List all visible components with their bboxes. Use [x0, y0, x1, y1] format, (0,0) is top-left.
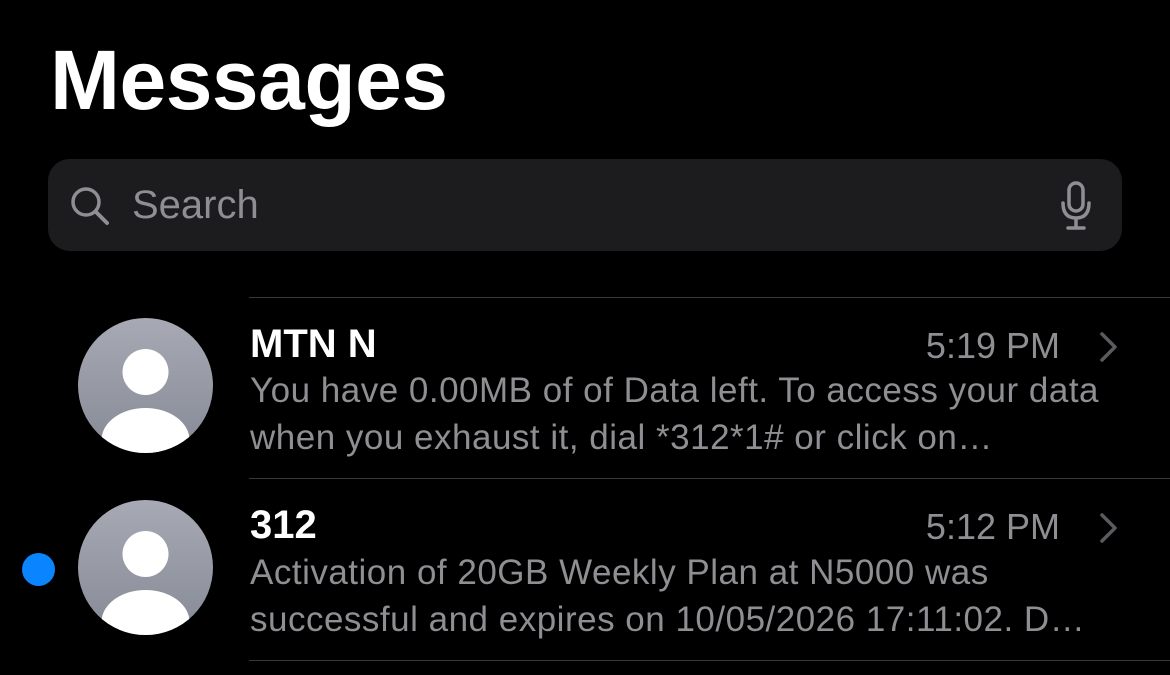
- chevron-right-icon: [1100, 513, 1117, 543]
- microphone-icon[interactable]: [1060, 181, 1092, 231]
- person-silhouette-icon: [101, 349, 190, 453]
- sender-name: MTN N: [250, 322, 377, 366]
- avatar: [78, 318, 213, 453]
- search-icon: [71, 187, 109, 225]
- unread-indicator: [22, 553, 55, 586]
- message-preview: Activation of 20GB Weekly Plan at N5000 …: [250, 553, 1086, 639]
- message-preview: You have 0.00MB of of Data left. To acce…: [250, 371, 1100, 457]
- conversation-row-312[interactable]: 312 5:12 PM Activation of 20GB Weekly Pl…: [0, 479, 1170, 659]
- search-bar[interactable]: [48, 159, 1122, 251]
- sender-name: 312: [250, 503, 317, 547]
- message-time: 5:12 PM: [925, 506, 1060, 547]
- messages-screen: Messages MTN N 5:19 PM You have 0.00MB o…: [0, 0, 1170, 675]
- avatar: [78, 500, 213, 635]
- conversation-row-mtn-n[interactable]: MTN N 5:19 PM You have 0.00MB of of Data…: [0, 298, 1170, 478]
- list-divider: [249, 660, 1170, 661]
- chevron-right-icon: [1100, 332, 1117, 362]
- page-title: Messages: [50, 33, 448, 127]
- search-input[interactable]: [132, 177, 1032, 233]
- person-silhouette-icon: [101, 531, 190, 635]
- message-time: 5:19 PM: [925, 325, 1060, 366]
